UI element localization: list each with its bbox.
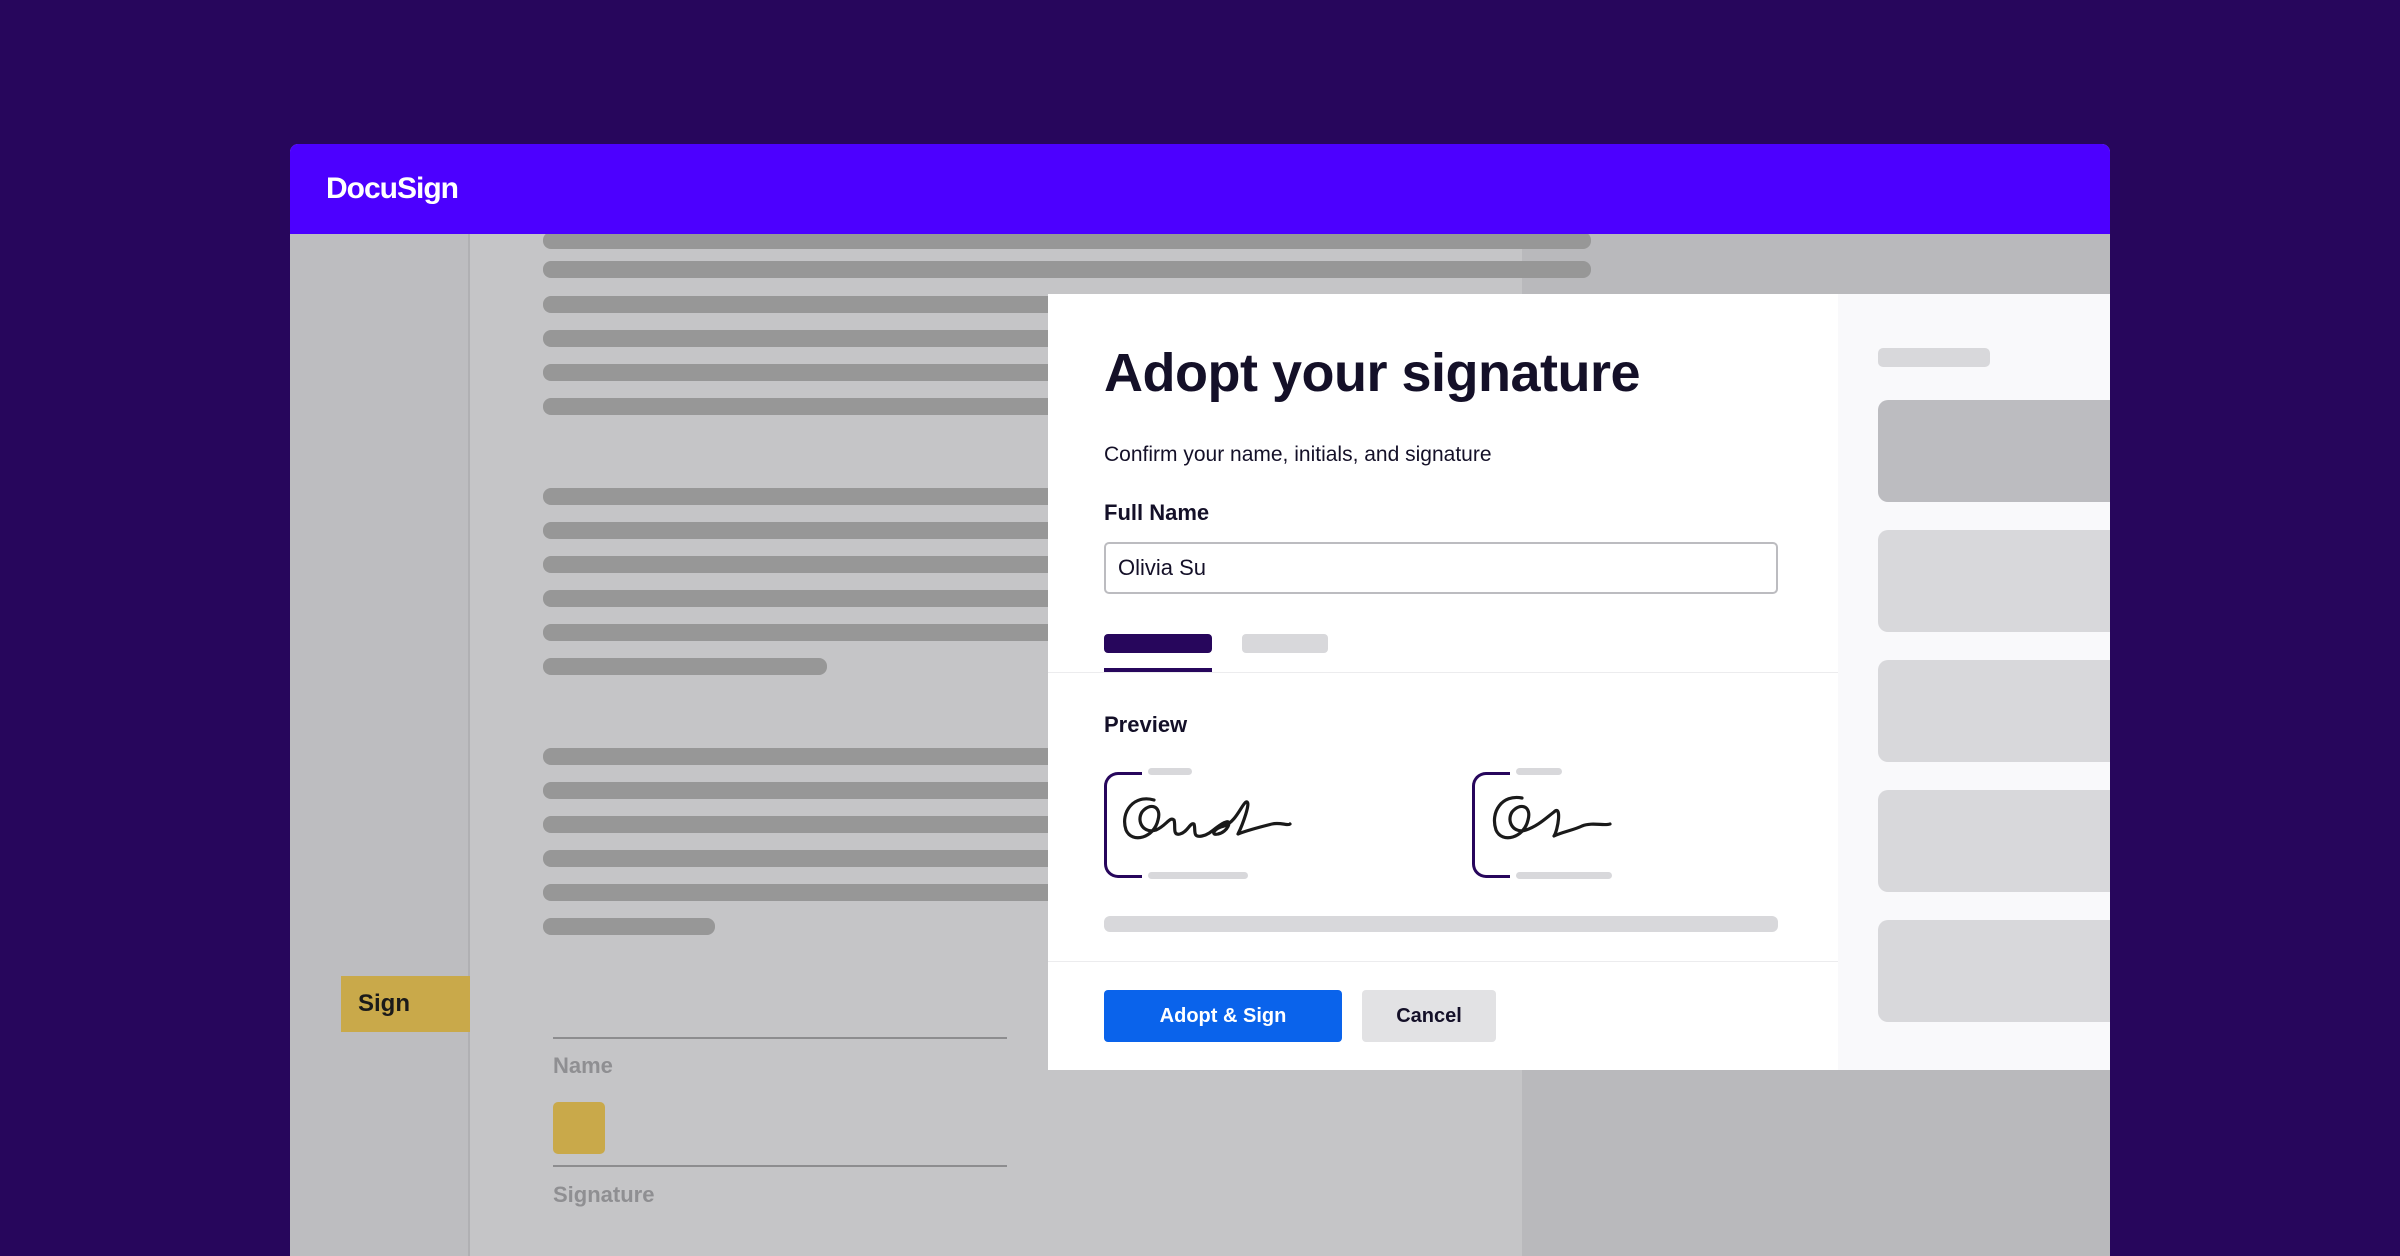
adopt-signature-modal: Adopt your signature Confirm your name, … <box>1048 294 2110 1070</box>
adopt-and-sign-button[interactable]: Adopt & Sign <box>1104 990 1342 1042</box>
signature-field-label: Signature <box>553 1182 655 1207</box>
tab-signature-style[interactable] <box>1104 634 1212 653</box>
signature-preview <box>1123 797 1292 840</box>
style-option[interactable] <box>1878 920 2110 1022</box>
style-option[interactable] <box>1878 530 2110 632</box>
docusign-window: DocuSign Sign Name Signature Adopt your … <box>290 144 2110 1256</box>
text-line <box>543 232 1591 249</box>
signature-id-bar <box>1148 872 1248 879</box>
docusign-logo: DocuSign <box>326 172 459 205</box>
tabs-divider <box>1048 672 1838 673</box>
text-line <box>543 918 715 935</box>
sign-tag[interactable]: Sign <box>341 976 470 1032</box>
disclosure-text-bar <box>1104 916 1778 932</box>
initials-tag[interactable] <box>553 1102 605 1154</box>
footer-divider <box>1048 961 1838 962</box>
initials-preview <box>1492 795 1612 840</box>
top-bar: DocuSign <box>290 144 2110 234</box>
tab-draw[interactable] <box>1242 634 1328 653</box>
left-rail <box>290 234 468 1256</box>
style-option[interactable] <box>1878 660 2110 762</box>
initials-caption-bar <box>1516 768 1562 775</box>
style-option[interactable] <box>1878 790 2110 892</box>
modal-title: Adopt your signature <box>1104 343 1641 403</box>
signature-field-line <box>553 1165 1007 1167</box>
cancel-button[interactable]: Cancel <box>1362 990 1496 1042</box>
panel-heading-placeholder <box>1878 348 1990 367</box>
signature-styles-panel <box>1838 294 2110 1070</box>
signature-caption-bar <box>1148 768 1192 775</box>
preview-label: Preview <box>1104 712 1188 737</box>
full-name-label: Full Name <box>1104 500 1210 525</box>
full-name-input[interactable] <box>1104 542 1778 594</box>
style-option[interactable] <box>1878 400 2110 502</box>
name-field-line <box>553 1037 1007 1039</box>
modal-subtitle: Confirm your name, initials, and signatu… <box>1104 443 1492 466</box>
initials-id-bar <box>1516 872 1612 879</box>
text-line <box>543 261 1591 278</box>
name-field-label: Name <box>553 1053 613 1078</box>
text-line <box>543 658 827 675</box>
